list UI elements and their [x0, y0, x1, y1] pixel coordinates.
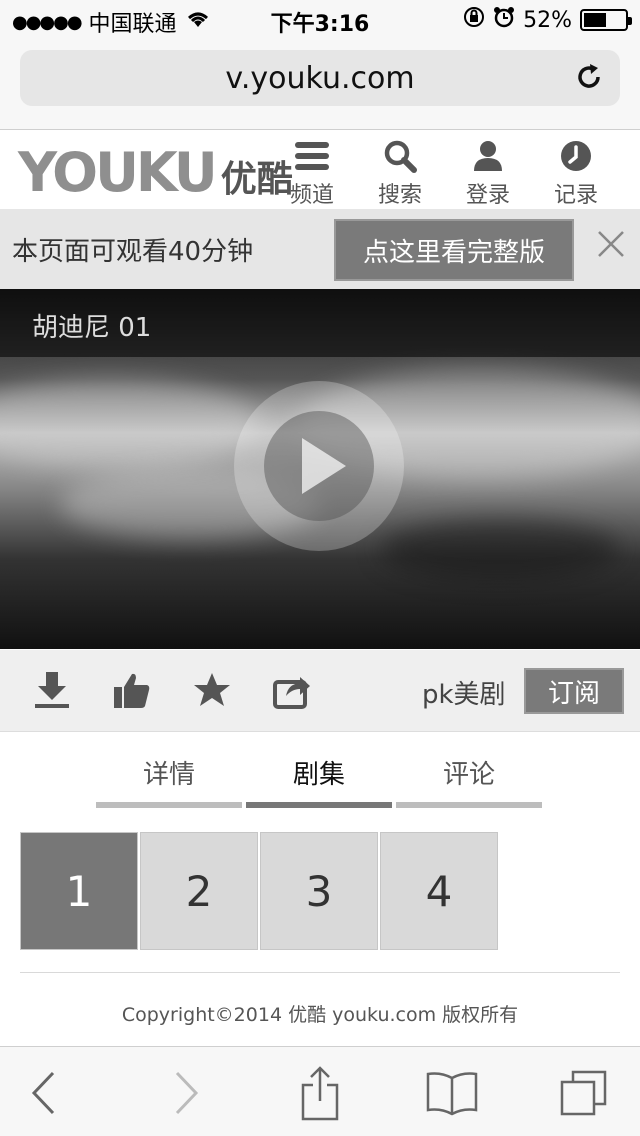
- nav-channels-label: 频道: [289, 183, 334, 208]
- address-bar[interactable]: v.youku.com: [20, 50, 620, 106]
- trial-banner: 本页面可观看40分钟 点这里看完整版: [0, 209, 640, 289]
- video-action-bar: pk美剧 订阅: [0, 650, 640, 732]
- user-icon: [448, 139, 528, 173]
- tabs-icon[interactable]: [552, 1065, 616, 1121]
- tab-episodes-label: 剧集: [292, 760, 345, 790]
- tab-episodes[interactable]: 剧集: [246, 748, 392, 808]
- watch-full-button[interactable]: 点这里看完整版: [334, 219, 574, 281]
- tab-details[interactable]: 详情: [96, 748, 242, 808]
- play-button[interactable]: [234, 381, 404, 551]
- back-icon[interactable]: [12, 1065, 76, 1121]
- tab-comments-label: 评论: [442, 760, 495, 790]
- forward-icon[interactable]: [154, 1065, 218, 1121]
- divider: [20, 972, 620, 973]
- menu-icon: [272, 139, 352, 173]
- status-bar: ●●●●● 中国联通 下午3:16 52%: [0, 0, 640, 40]
- episode-button[interactable]: 4: [380, 832, 498, 950]
- close-icon[interactable]: [596, 227, 626, 268]
- tab-comments[interactable]: 评论: [396, 748, 542, 808]
- subscribe-button[interactable]: 订阅: [524, 668, 624, 714]
- content-tabs: 详情 剧集 评论: [96, 748, 544, 808]
- nav-login[interactable]: 登录: [448, 139, 528, 209]
- channel-name[interactable]: pk美剧: [422, 674, 506, 711]
- nav-search[interactable]: 搜索: [360, 139, 440, 209]
- clock-icon: [536, 139, 616, 173]
- bookmarks-icon[interactable]: [420, 1065, 484, 1121]
- tab-details-label: 详情: [142, 760, 195, 790]
- nav-login-label: 登录: [465, 183, 510, 208]
- orientation-lock-icon: [463, 6, 485, 34]
- banner-text: 本页面可观看40分钟: [12, 237, 254, 267]
- nav-search-label: 搜索: [377, 183, 422, 208]
- episode-button[interactable]: 3: [260, 832, 378, 950]
- tab-underline: [96, 802, 242, 808]
- nav-channels[interactable]: 频道: [272, 139, 352, 209]
- star-icon[interactable]: [190, 668, 234, 712]
- download-icon[interactable]: [30, 668, 74, 712]
- alarm-icon: [493, 6, 515, 34]
- video-title-bar: 胡迪尼 01: [0, 289, 640, 357]
- logo-text-en: YOUKU: [18, 141, 218, 204]
- episode-button[interactable]: 2: [140, 832, 258, 950]
- site-header: YOUKU 优酷 频道 搜索 登录 记录: [0, 131, 640, 209]
- youku-logo[interactable]: YOUKU 优酷: [18, 141, 293, 204]
- episode-list: 1 2 3 4: [20, 832, 498, 950]
- video-title: 胡迪尼 01: [32, 313, 152, 343]
- play-icon: [264, 411, 374, 521]
- tab-underline: [396, 802, 542, 808]
- browser-bar: v.youku.com: [0, 40, 640, 130]
- browser-toolbar: [0, 1046, 640, 1136]
- share-icon[interactable]: [270, 668, 314, 712]
- share-sheet-icon[interactable]: [288, 1065, 352, 1121]
- copyright-text: Copyright©2014 优酷 youku.com 版权所有: [121, 1004, 519, 1026]
- thumbs-up-icon[interactable]: [110, 668, 154, 712]
- nav-history[interactable]: 记录: [536, 139, 616, 209]
- video-player[interactable]: 胡迪尼 01: [0, 289, 640, 649]
- battery-percent: 52%: [523, 7, 572, 33]
- tab-underline: [246, 802, 392, 808]
- url-text: v.youku.com: [225, 60, 415, 96]
- search-icon: [360, 139, 440, 173]
- video-cloud: [0, 379, 260, 469]
- nav-history-label: 记录: [553, 183, 598, 208]
- battery-icon: [580, 9, 632, 31]
- episode-button[interactable]: 1: [20, 832, 138, 950]
- video-cloud-dark: [380, 519, 620, 579]
- status-right: 52%: [463, 6, 632, 34]
- reload-icon[interactable]: [574, 62, 604, 100]
